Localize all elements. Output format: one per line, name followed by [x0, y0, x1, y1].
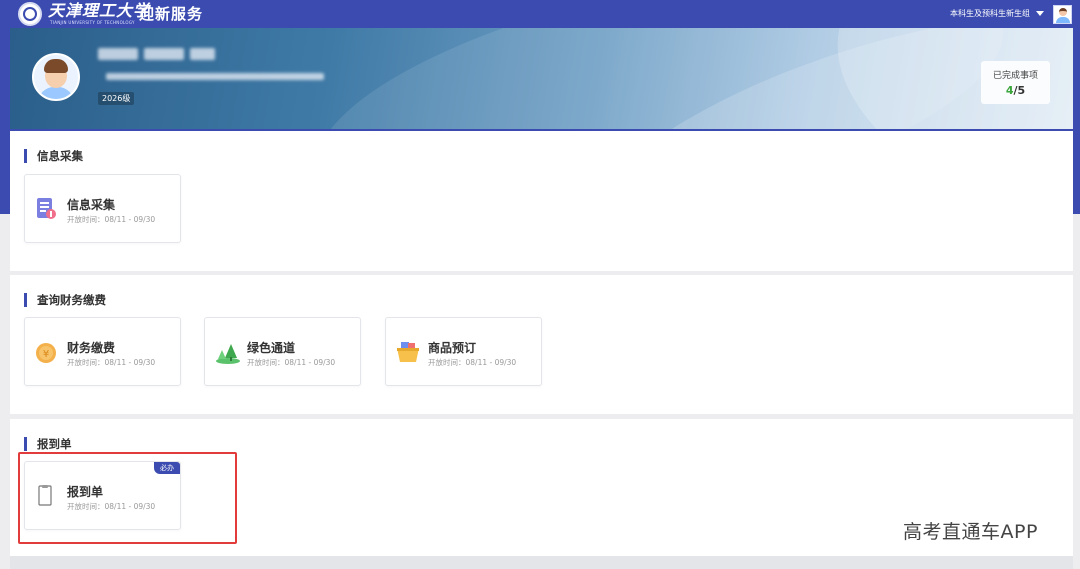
group-selector[interactable]: 本科生及预科生新生组: [950, 8, 1044, 19]
bottom-strip: [10, 556, 1073, 569]
user-avatar[interactable]: [1053, 5, 1072, 24]
coin-icon: ¥: [36, 343, 56, 363]
card-open-time: 开放时间：08/11 - 09/30: [67, 358, 156, 367]
card-name: 信息采集: [67, 198, 116, 212]
card-open-time: 开放时间：08/11 - 09/30: [67, 215, 156, 224]
blurred-student-details: [106, 73, 324, 80]
card-name: 财务缴费: [67, 341, 116, 355]
completed-tasks-box: 已完成事项 4/5: [981, 61, 1050, 104]
card-name: 绿色通道: [247, 341, 296, 355]
section-finance: 查询财务缴费 ¥ 财务缴费 开放时间：08/11 - 09/30 绿色通道 开放…: [10, 275, 1073, 414]
completed-count: 4/5: [1005, 84, 1026, 97]
highlight-box: [18, 452, 237, 544]
watermark: 高考直通车APP: [903, 521, 1038, 543]
form-icon: [37, 198, 56, 219]
section-title: 查询财务缴费: [24, 293, 106, 307]
student-avatar: [32, 53, 80, 101]
university-emblem-icon[interactable]: [18, 2, 42, 26]
app-title: 迎新服务: [139, 5, 204, 23]
university-name[interactable]: 天津理工大学: [48, 3, 150, 19]
card-info-collection[interactable]: 信息采集 开放时间：08/11 - 09/30: [24, 174, 181, 243]
card-finance-payment[interactable]: ¥ 财务缴费 开放时间：08/11 - 09/30: [24, 317, 181, 386]
section-title: 信息采集: [24, 149, 83, 163]
group-selector-label: 本科生及预科生新生组: [950, 9, 1030, 18]
card-open-time: 开放时间：08/11 - 09/30: [247, 358, 336, 367]
svg-text:¥: ¥: [43, 349, 49, 360]
section-info-collection: 信息采集 信息采集 开放时间：08/11 - 09/30: [10, 131, 1073, 271]
profile-banner: 2026级 已完成事项 4/5: [10, 28, 1073, 129]
university-english-name: TIANJIN UNIVERSITY OF TECHNOLOGY: [50, 20, 135, 25]
blurred-student-info: [190, 48, 215, 60]
caret-down-icon: [1036, 11, 1044, 16]
grade-badge: 2026级: [98, 92, 135, 105]
completed-label: 已完成事项: [992, 71, 1038, 81]
section-title: 报到单: [24, 437, 72, 451]
card-open-time: 开放时间：08/11 - 09/30: [428, 358, 517, 367]
card-product-order[interactable]: 商品预订 开放时间：08/11 - 09/30: [385, 317, 542, 386]
shopping-basket-icon: [397, 342, 419, 362]
blurred-student-name: [98, 48, 138, 60]
tree-icon: [216, 344, 240, 364]
blurred-student-info: [144, 48, 184, 60]
card-green-channel[interactable]: 绿色通道 开放时间：08/11 - 09/30: [204, 317, 361, 386]
card-name: 商品预订: [428, 341, 477, 355]
